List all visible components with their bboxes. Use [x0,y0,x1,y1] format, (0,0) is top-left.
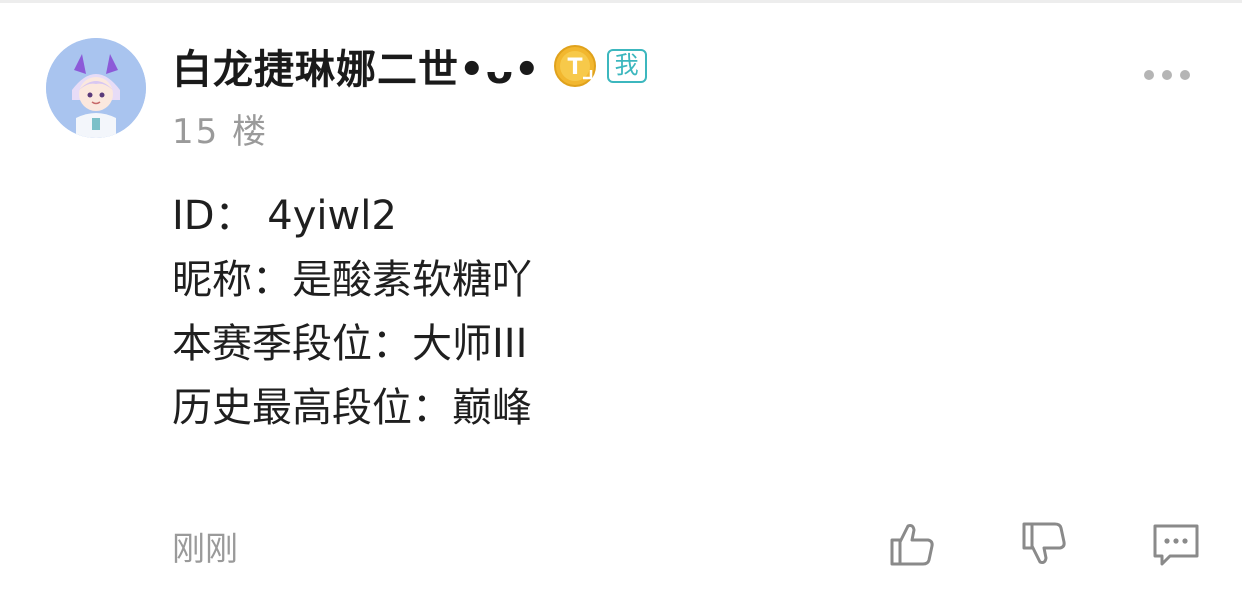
floor-number: 15 楼 [172,112,269,152]
like-button[interactable] [886,518,938,570]
post-content: ID： 4yiwl2 昵称：是酸素软糖吖 本赛季段位：大师III 历史最高段位：… [172,184,532,440]
top-divider [0,0,1242,3]
level-t-coin-icon: T [553,45,596,87]
avatar-image [46,38,146,138]
content-line-highest-rank: 历史最高段位：巅峰 [172,385,532,431]
more-dot [1144,70,1154,80]
author-name[interactable]: 白龙捷琳娜二世•ᴗ• [172,37,541,95]
dislike-button[interactable] [1018,518,1070,570]
content-line-nickname: 昵称：是酸素软糖吖 [172,257,532,303]
thumbs-up-icon [890,524,934,566]
post-time: 刚刚 [172,529,238,568]
comment-icon [1153,524,1199,566]
content-line-id: ID： 4yiwl2 [172,193,397,239]
content-line-season-rank: 本赛季段位：大师III [172,321,528,367]
thumbs-down-icon [1022,522,1066,564]
me-badge: 我 [606,49,647,83]
svg-text:T: T [567,55,582,80]
more-dot [1180,70,1190,80]
author-row: 白龙捷琳娜二世•ᴗ• T 我 [172,38,647,94]
avatar[interactable] [46,38,146,138]
reply-button[interactable] [1150,518,1202,570]
more-dot [1162,70,1172,80]
more-icon[interactable] [1144,64,1190,86]
